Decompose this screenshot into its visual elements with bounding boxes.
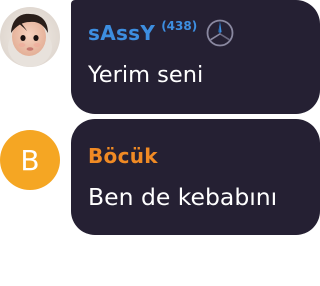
username[interactable]: sAssY	[88, 21, 155, 45]
username[interactable]: Böcük	[88, 144, 158, 168]
message-bubble: Böcük Ben de kebabını	[71, 119, 320, 235]
user-score: (438)	[161, 19, 198, 33]
avatar[interactable]	[0, 7, 60, 67]
message-header: Böcük	[88, 140, 158, 172]
message-header: sAssY (438)	[88, 17, 235, 49]
chat-thread: sAssY (438) Yerim seni B Böcük Ben de ke…	[0, 0, 320, 286]
mercedes-star-icon	[205, 18, 235, 48]
chat-message: B Böcük Ben de kebabını	[0, 119, 320, 235]
message-text: Ben de kebabını	[88, 183, 278, 211]
message-text: Yerim seni	[88, 62, 204, 88]
avatar[interactable]: B	[0, 130, 60, 190]
baby-photo-avatar	[0, 7, 60, 67]
chat-message: sAssY (438) Yerim seni	[0, 0, 320, 114]
message-bubble: sAssY (438) Yerim seni	[71, 0, 320, 114]
avatar-letter: B	[20, 143, 40, 177]
